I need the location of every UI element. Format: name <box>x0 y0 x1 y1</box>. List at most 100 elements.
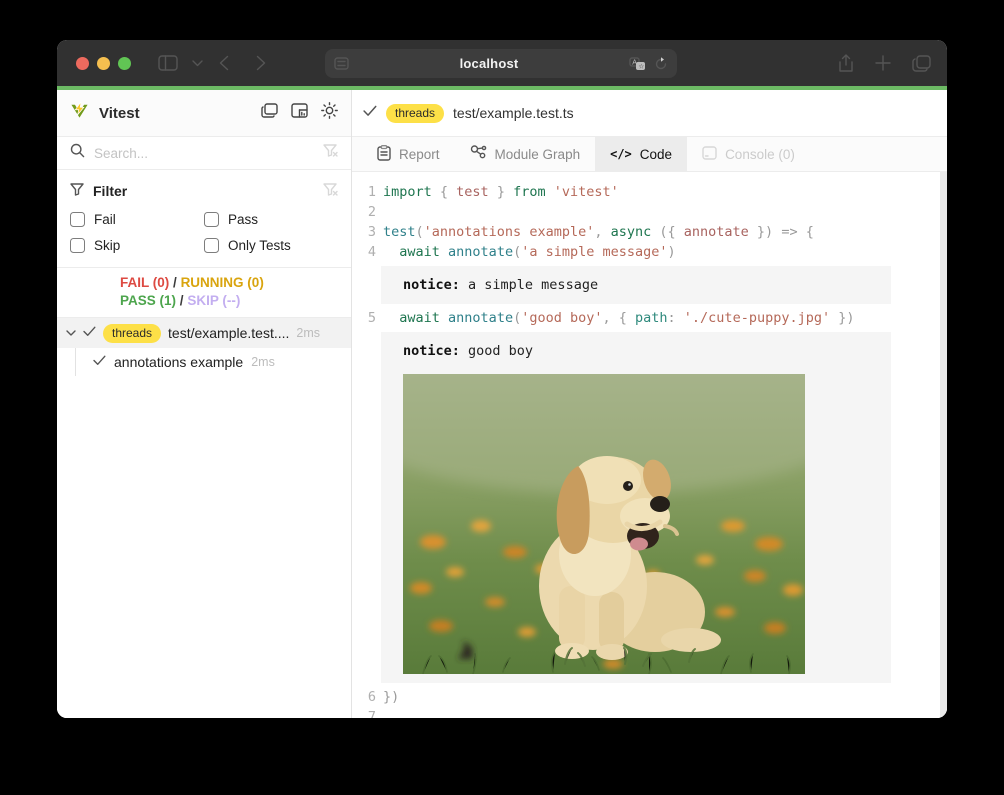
tab-module-graph[interactable]: Module Graph <box>455 137 596 171</box>
browser-window: localhost A☆ Vitest <box>57 40 947 718</box>
line-number: 7 <box>352 707 376 718</box>
test-file-name: test/example.test.... <box>168 325 289 341</box>
clear-filter-icon[interactable] <box>323 183 338 199</box>
back-button[interactable] <box>215 40 233 86</box>
filter-checkbox-skip[interactable]: Skip <box>70 238 204 253</box>
running-count: RUNNING (0) <box>181 275 264 290</box>
checkbox-label: Pass <box>228 212 258 227</box>
checkbox-label: Skip <box>94 238 120 253</box>
code-line: 5 await annotate('good boy', { path: './… <box>352 308 947 328</box>
browser-toolbar: localhost A☆ <box>57 40 947 86</box>
filter-checkbox-fail[interactable]: Fail <box>70 212 204 227</box>
sidebar-toggle-icon[interactable] <box>155 40 181 86</box>
code-line: 2 <box>352 202 947 222</box>
tab-label: Report <box>399 147 440 162</box>
tab-report[interactable]: Report <box>362 137 455 171</box>
minimize-window-button[interactable] <box>97 57 110 70</box>
report-icon <box>377 145 391 164</box>
pass-count: PASS (1) <box>120 293 176 308</box>
translate-icon[interactable]: A☆ <box>629 57 646 71</box>
tab-console[interactable]: Console (0) <box>687 137 810 171</box>
sidebar: Vitest Search... <box>57 90 352 718</box>
pass-check-icon <box>93 353 106 371</box>
test-summary: FAIL (0) / RUNNING (0) PASS (1) / SKIP (… <box>57 268 351 318</box>
scrollbar[interactable] <box>940 172 947 718</box>
checkbox-only-tests[interactable] <box>204 238 219 253</box>
forward-button[interactable] <box>252 40 270 86</box>
checkbox-fail[interactable] <box>70 212 85 227</box>
filter-checkbox-pass[interactable]: Pass <box>204 212 338 227</box>
url-text[interactable]: localhost <box>349 56 629 71</box>
svg-text:☆: ☆ <box>638 62 644 70</box>
console-icon <box>702 146 717 163</box>
code-text: import { test } from 'vitest' <box>376 182 619 202</box>
test-duration: 2ms <box>251 355 275 369</box>
code-text <box>376 202 383 222</box>
test-case-name: annotations example <box>114 354 243 370</box>
tab-bar: Report Module Graph </> Code Console <box>352 137 947 172</box>
annotation-notice: notice: a simple message <box>381 266 891 304</box>
line-number: 2 <box>352 202 376 222</box>
report-panel-icon[interactable] <box>291 103 308 123</box>
tab-label: Module Graph <box>495 147 581 162</box>
pool-badge: threads <box>386 104 444 123</box>
theme-toggle-sun-icon[interactable] <box>321 102 338 124</box>
reader-icon[interactable] <box>334 57 349 70</box>
tab-label: Console (0) <box>725 147 795 162</box>
test-file-row[interactable]: threads test/example.test.... 2ms <box>57 318 351 348</box>
code-text: test('annotations example', async ({ ann… <box>376 222 814 242</box>
new-tab-icon[interactable] <box>872 40 894 86</box>
tab-code[interactable]: </> Code <box>595 137 687 171</box>
reload-icon[interactable] <box>654 57 668 71</box>
code-text: await annotate('good boy', { path: './cu… <box>376 308 855 328</box>
code-line: 1import { test } from 'vitest' <box>352 182 947 202</box>
test-case-row[interactable]: annotations example 2ms <box>57 348 351 376</box>
code-line: 7 <box>352 707 947 718</box>
checkbox-pass[interactable] <box>204 212 219 227</box>
sidebar-header: Vitest <box>57 90 351 137</box>
sidebar-chevron-down-icon[interactable] <box>189 40 205 86</box>
clear-filter-icon[interactable] <box>323 144 338 162</box>
search-input[interactable]: Search... <box>57 137 351 170</box>
tab-label: Code <box>640 147 672 162</box>
open-file-name: test/example.test.ts <box>453 105 574 121</box>
search-placeholder: Search... <box>94 146 314 161</box>
pool-badge: threads <box>103 324 161 343</box>
file-header: threads test/example.test.ts <box>352 90 947 137</box>
zoom-window-button[interactable] <box>118 57 131 70</box>
code-text: }) <box>376 687 399 707</box>
code-line: 4 await annotate('a simple message') <box>352 242 947 262</box>
skip-count: SKIP (--) <box>187 293 240 308</box>
notice-label: notice: <box>403 343 468 359</box>
app-title: Vitest <box>99 105 251 122</box>
tab-overview-icon[interactable] <box>909 40 933 86</box>
module-graph-icon <box>470 145 487 163</box>
vitest-logo-icon <box>70 101 89 125</box>
filter-icon <box>70 183 84 199</box>
line-number: 6 <box>352 687 376 707</box>
checkbox-skip[interactable] <box>70 238 85 253</box>
annotation-image-puppy <box>403 374 805 674</box>
code-text: await annotate('a simple message') <box>376 242 676 262</box>
dashboard-icon[interactable] <box>261 103 278 123</box>
filter-title: Filter <box>93 183 127 199</box>
annotation-notice: notice: good boy <box>381 332 891 683</box>
address-bar[interactable]: localhost A☆ <box>325 49 677 78</box>
line-number: 5 <box>352 308 376 328</box>
share-icon[interactable] <box>835 40 857 86</box>
filter-section: Filter Fail Pass Skip Only Tests <box>57 170 351 268</box>
code-text <box>376 707 383 718</box>
pass-check-icon <box>363 104 377 122</box>
line-number: 4 <box>352 242 376 262</box>
chevron-down-icon[interactable] <box>66 324 76 342</box>
checkbox-label: Only Tests <box>228 238 291 253</box>
fail-count: FAIL (0) <box>120 275 169 290</box>
line-number: 1 <box>352 182 376 202</box>
close-window-button[interactable] <box>76 57 89 70</box>
filter-checkbox-only-tests[interactable]: Only Tests <box>204 238 338 253</box>
code-editor[interactable]: 1import { test } from 'vitest'23test('an… <box>352 172 947 718</box>
notice-text: a simple message <box>468 277 598 293</box>
test-duration: 2ms <box>296 326 320 340</box>
code-icon: </> <box>610 147 632 161</box>
code-line: 3test('annotations example', async ({ an… <box>352 222 947 242</box>
